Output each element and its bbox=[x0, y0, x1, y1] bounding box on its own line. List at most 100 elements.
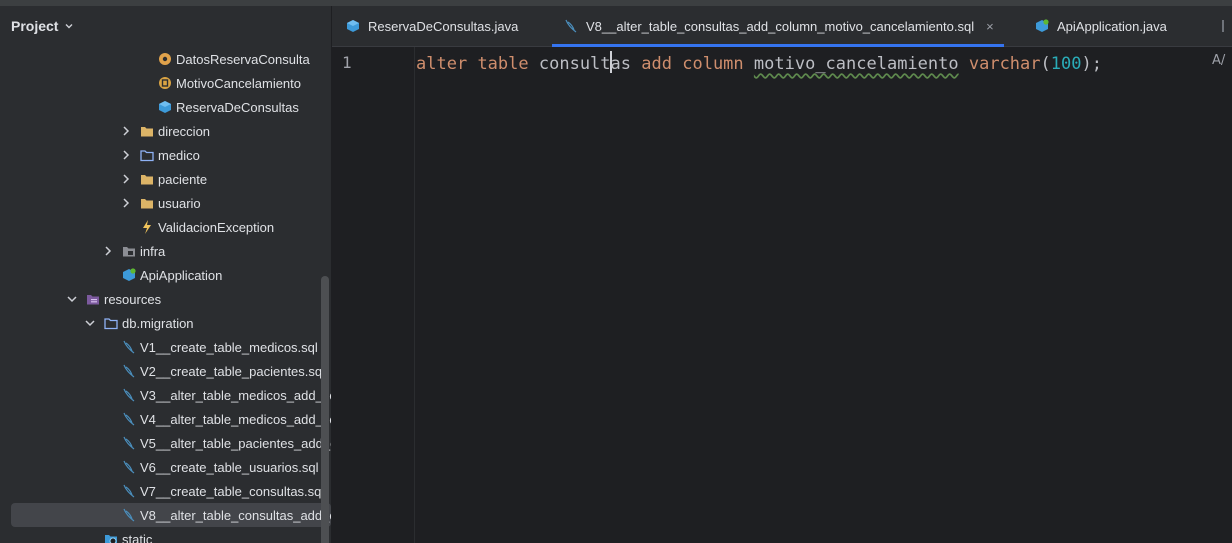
tree-item-label: resources bbox=[104, 291, 162, 307]
tree-item-v6[interactable]: V6__create_table_usuarios.sql bbox=[0, 455, 331, 479]
tree-item-v2[interactable]: V2__create_table_pacientes.sql bbox=[0, 359, 331, 383]
code-line-1[interactable]: alter table consultas add column motivo_… bbox=[416, 51, 1102, 76]
tree-item-v3[interactable]: V3__alter_table_medicos_add_columna_acti… bbox=[0, 383, 331, 407]
tree-item-label: paciente bbox=[158, 171, 208, 187]
tree-scrollbar[interactable] bbox=[321, 276, 329, 543]
tree-item-label: direccion bbox=[158, 123, 211, 139]
tree-item-v4[interactable]: V4__alter_table_medicos_add_columna_acti… bbox=[0, 407, 331, 431]
tree-item-v8[interactable]: V8__alter_table_consultas_add_column_mot… bbox=[0, 503, 331, 527]
tree-item-label: static bbox=[122, 531, 153, 543]
tree-item-datosreservaconsulta[interactable]: DatosReservaConsulta bbox=[0, 47, 331, 71]
tree-item-label: V3__alter_table_medicos_add_columna_acti… bbox=[140, 387, 331, 403]
tab-apiapplication[interactable]: ApiApplication.java bbox=[1035, 6, 1167, 46]
sql-type: varchar bbox=[968, 54, 1041, 74]
tree-item-validacionexception[interactable]: ValidacionException bbox=[0, 215, 331, 239]
sql-file-icon bbox=[123, 460, 135, 474]
chevron-down-icon[interactable] bbox=[64, 21, 74, 31]
sql-keyword: column bbox=[682, 54, 744, 74]
reader-mode-icon[interactable]: A/ bbox=[1212, 53, 1225, 68]
line-number: 1 bbox=[342, 53, 352, 72]
package-icon bbox=[141, 199, 153, 209]
chevron-right-icon[interactable] bbox=[120, 173, 132, 185]
sql-keyword: alter bbox=[416, 54, 468, 74]
tree-item-label: V2__create_table_pacientes.sql bbox=[140, 363, 326, 379]
tree-item-label: ValidacionException bbox=[158, 219, 275, 235]
tab-reservadeconsultas[interactable]: ReservaDeConsultas.java bbox=[346, 6, 518, 46]
close-icon[interactable]: × bbox=[986, 19, 994, 34]
tree-item-label: medico bbox=[158, 147, 200, 163]
tree-item-usuario[interactable]: usuario bbox=[0, 191, 331, 215]
tree-item-label: V5__alter_table_pacientes_add_columna_ac… bbox=[140, 435, 331, 451]
web-folder-icon bbox=[105, 535, 117, 543]
tree-item-label: db.migration bbox=[122, 315, 194, 331]
package-icon bbox=[141, 175, 153, 185]
chevron-down-icon[interactable] bbox=[66, 293, 78, 305]
chevron-right-icon[interactable] bbox=[120, 125, 132, 137]
resources-folder-icon bbox=[87, 295, 99, 305]
tree-item-paciente[interactable]: paciente bbox=[0, 167, 331, 191]
sql-keyword: add bbox=[641, 54, 672, 74]
sql-file-icon bbox=[565, 19, 577, 33]
tree-item-label: usuario bbox=[158, 195, 201, 211]
record-class-icon bbox=[159, 53, 171, 65]
package-icon bbox=[123, 247, 135, 257]
tree-item-label: V8__alter_table_consultas_add_column_mot… bbox=[140, 507, 331, 523]
tree-item-resources[interactable]: resources bbox=[0, 287, 331, 311]
chevron-right-icon[interactable] bbox=[120, 149, 132, 161]
tab-label: ApiApplication.java bbox=[1057, 18, 1167, 34]
sql-file-icon bbox=[123, 436, 135, 450]
tree-item-infra[interactable]: infra bbox=[0, 239, 331, 263]
sql-number: 100 bbox=[1050, 54, 1082, 74]
package-icon bbox=[141, 127, 153, 137]
tree-item-v5[interactable]: V5__alter_table_pacientes_add_columna_ac… bbox=[0, 431, 331, 455]
tree-item-direccion[interactable]: direccion bbox=[0, 119, 331, 143]
tree-item-motivocancelamiento[interactable]: MotivoCancelamiento bbox=[0, 71, 331, 95]
tree-item-label: V4__alter_table_medicos_add_columna_acti… bbox=[140, 411, 331, 427]
sql-file-icon bbox=[123, 388, 135, 402]
more-tabs-icon[interactable] bbox=[1222, 20, 1224, 32]
tree-item-apiapplication[interactable]: ApiApplication bbox=[0, 263, 331, 287]
project-panel-title[interactable]: Project bbox=[11, 18, 58, 34]
class-icon bbox=[347, 20, 359, 32]
code-editor[interactable]: 1 alter table consultas add column motiv… bbox=[332, 47, 1232, 543]
sql-file-icon bbox=[123, 364, 135, 378]
line-gutter: 1 bbox=[332, 47, 415, 543]
tab-label: V8__alter_table_consultas_add_column_mot… bbox=[586, 18, 975, 34]
tree-item-label: infra bbox=[140, 243, 166, 259]
tree-item-v1[interactable]: V1__create_table_medicos.sql bbox=[0, 335, 331, 359]
tree-item-label: ReservaDeConsultas bbox=[176, 99, 299, 115]
enum-icon bbox=[159, 77, 171, 89]
tree-item-label: V6__create_table_usuarios.sql bbox=[140, 459, 319, 475]
project-tree: DatosReservaConsulta MotivoCancelamiento… bbox=[0, 6, 331, 543]
class-icon bbox=[159, 101, 171, 113]
package-icon bbox=[140, 150, 154, 162]
tree-item-db-migration[interactable]: db.migration bbox=[0, 311, 331, 335]
folder-icon bbox=[104, 318, 118, 330]
editor-tabs: ReservaDeConsultas.java V8__alter_table_… bbox=[332, 6, 1232, 47]
tree-item-label: MotivoCancelamiento bbox=[176, 75, 302, 91]
tree-item-v7[interactable]: V7__create_table_consultas.sql bbox=[0, 479, 331, 503]
chevron-down-icon[interactable] bbox=[84, 317, 96, 329]
chevron-right-icon[interactable] bbox=[120, 197, 132, 209]
tree-item-medico[interactable]: medico bbox=[0, 143, 331, 167]
sql-file-icon bbox=[123, 412, 135, 426]
tree-item-label: V7__create_table_consultas.sql bbox=[140, 483, 325, 499]
chevron-right-icon[interactable] bbox=[102, 245, 114, 257]
tab-label: ReservaDeConsultas.java bbox=[368, 18, 519, 34]
sql-file-icon bbox=[123, 508, 135, 522]
close-paren: ); bbox=[1081, 54, 1102, 74]
column-identifier: motivo_cancelamiento bbox=[753, 54, 959, 74]
tree-item-reservadeconsultas[interactable]: ReservaDeConsultas bbox=[0, 95, 331, 119]
table-identifier: consult bbox=[538, 54, 611, 74]
open-paren: ( bbox=[1040, 54, 1051, 74]
exception-icon bbox=[143, 220, 151, 234]
tree-item-label: ApiApplication bbox=[140, 267, 223, 283]
tab-v8-sql[interactable]: V8__alter_table_consultas_add_column_mot… bbox=[552, 6, 1004, 47]
sql-keyword: table bbox=[477, 54, 529, 74]
table-identifier: as bbox=[610, 54, 632, 74]
project-panel: DatosReservaConsulta MotivoCancelamiento… bbox=[0, 6, 331, 543]
project-panel-header[interactable]: Project bbox=[0, 6, 331, 46]
tree-item-label: V1__create_table_medicos.sql bbox=[140, 339, 318, 355]
tree-item-static[interactable]: static bbox=[0, 527, 331, 543]
tree-item-label: DatosReservaConsulta bbox=[176, 51, 310, 67]
